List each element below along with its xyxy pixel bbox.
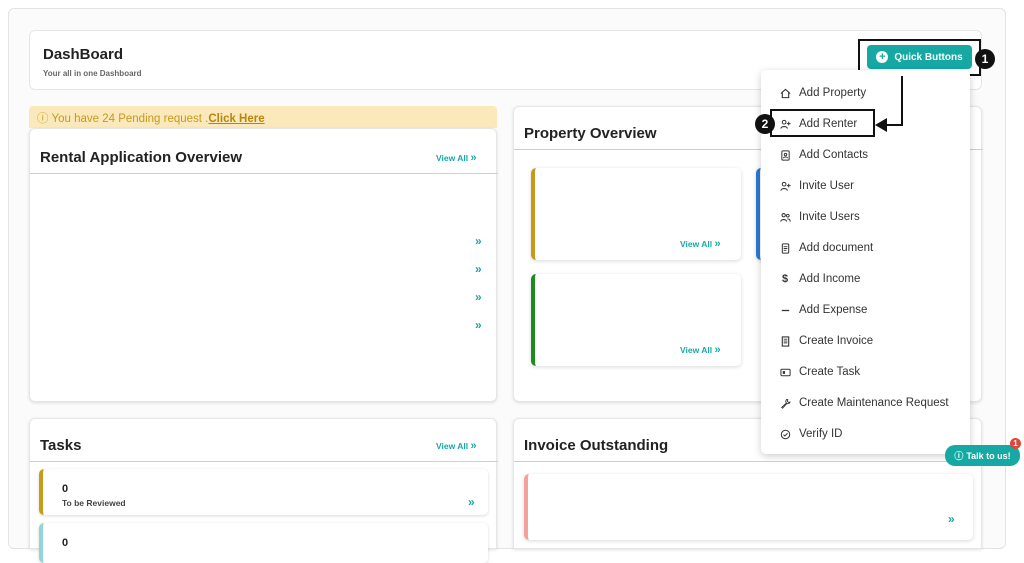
invoice-icon bbox=[779, 335, 791, 347]
menu-item-verify-id[interactable]: Verify ID bbox=[761, 421, 970, 447]
property-overview-title: Property Overview bbox=[524, 125, 657, 142]
property-stat-card: View All » bbox=[531, 274, 741, 366]
add-renter-highlight bbox=[770, 109, 875, 137]
menu-item-label: Create Invoice bbox=[799, 335, 874, 347]
menu-item-label: Create Maintenance Request bbox=[799, 397, 949, 409]
double-chevron-right-icon: » bbox=[470, 152, 477, 164]
tasks-title: Tasks bbox=[40, 437, 82, 454]
task-count: 0 bbox=[62, 483, 69, 495]
user-plus-icon bbox=[779, 180, 791, 192]
menu-item-add-expense[interactable]: Add Expense bbox=[761, 297, 970, 323]
double-chevron-right-icon: » bbox=[714, 238, 721, 250]
property-view-all-link[interactable]: View All » bbox=[680, 238, 721, 250]
menu-item-invite-users[interactable]: Invite Users bbox=[761, 204, 970, 230]
question-circle-icon: ⓘ bbox=[954, 451, 964, 461]
dollar-icon: $ bbox=[781, 273, 789, 285]
page-subtitle: Your all in one Dashboard bbox=[43, 69, 142, 78]
task-item[interactable]: 0 bbox=[39, 523, 488, 563]
annotation-arrow-line bbox=[901, 76, 903, 126]
menu-item-label: Invite User bbox=[799, 180, 854, 192]
double-chevron-right-icon[interactable]: » bbox=[475, 318, 482, 332]
menu-item-add-document[interactable]: Add document bbox=[761, 235, 970, 261]
click-here-link[interactable]: Click Here bbox=[208, 113, 264, 125]
task-icon bbox=[779, 366, 791, 378]
quick-buttons-button[interactable]: + Quick Buttons bbox=[867, 45, 972, 69]
menu-item-label: Add Income bbox=[799, 273, 861, 285]
menu-item-label: Create Task bbox=[799, 366, 861, 378]
double-chevron-right-icon: » bbox=[714, 344, 721, 356]
task-count: 0 bbox=[62, 537, 69, 549]
divider bbox=[30, 173, 498, 174]
invoice-stat-card: » bbox=[524, 474, 973, 540]
check-circle-icon bbox=[779, 428, 791, 440]
rental-view-all-link[interactable]: View All » bbox=[436, 152, 477, 164]
arrow-head-icon bbox=[875, 118, 887, 132]
talk-to-us-button[interactable]: ⓘ Talk to us! bbox=[945, 445, 1020, 466]
menu-item-label: Add document bbox=[799, 242, 874, 254]
users-icon bbox=[779, 211, 791, 223]
pending-request-banner: ⓘ You have 24 Pending request .Click Her… bbox=[29, 106, 497, 128]
menu-item-add-contacts[interactable]: Add Contacts bbox=[761, 142, 970, 168]
plus-circle-icon: + bbox=[876, 51, 889, 63]
view-all-label: View All bbox=[436, 441, 469, 451]
menu-item-create-invoice[interactable]: Create Invoice bbox=[761, 328, 970, 354]
double-chevron-right-icon[interactable]: » bbox=[468, 495, 475, 509]
document-icon bbox=[779, 242, 791, 254]
page-title: DashBoard bbox=[43, 46, 124, 63]
double-chevron-right-icon[interactable]: » bbox=[475, 234, 482, 248]
double-chevron-right-icon[interactable]: » bbox=[475, 290, 482, 304]
minus-icon bbox=[779, 304, 791, 316]
menu-item-label: Invite Users bbox=[799, 211, 860, 223]
invoice-outstanding-title: Invoice Outstanding bbox=[524, 437, 669, 454]
menu-item-label: Add Expense bbox=[799, 304, 868, 316]
divider bbox=[514, 461, 983, 462]
view-all-label: View All bbox=[436, 153, 469, 163]
wrench-icon bbox=[779, 397, 791, 409]
tasks-card: Tasks View All » 0 To be Reviewed » 0 bbox=[29, 418, 498, 563]
property-view-all-link[interactable]: View All » bbox=[680, 344, 721, 356]
rental-application-title: Rental Application Overview bbox=[40, 149, 242, 166]
rental-application-card: Rental Application Overview View All » »… bbox=[29, 128, 498, 402]
tasks-view-all-link[interactable]: View All » bbox=[436, 440, 477, 452]
home-icon bbox=[779, 87, 791, 99]
pending-text: You have 24 Pending request . bbox=[51, 113, 209, 125]
double-chevron-right-icon[interactable]: » bbox=[475, 262, 482, 276]
menu-item-create-task[interactable]: Create Task bbox=[761, 359, 970, 385]
double-chevron-right-icon: » bbox=[470, 440, 477, 452]
menu-item-label: Add Property bbox=[799, 87, 867, 99]
view-all-label: View All bbox=[680, 239, 713, 249]
step-badge-2: 2 bbox=[755, 114, 775, 134]
double-chevron-right-icon[interactable]: » bbox=[948, 512, 955, 526]
view-all-label: View All bbox=[680, 345, 713, 355]
contact-book-icon bbox=[779, 149, 791, 161]
menu-item-label: Add Contacts bbox=[799, 149, 869, 161]
menu-item-invite-user[interactable]: Invite User bbox=[761, 173, 970, 199]
task-item[interactable]: 0 To be Reviewed » bbox=[39, 469, 488, 515]
divider bbox=[30, 461, 498, 462]
info-icon: ⓘ bbox=[37, 113, 49, 125]
quick-buttons-label: Quick Buttons bbox=[894, 51, 963, 63]
task-label: To be Reviewed bbox=[62, 498, 126, 508]
menu-item-add-property[interactable]: Add Property bbox=[761, 80, 970, 106]
property-stat-card: View All » bbox=[531, 168, 741, 260]
menu-item-create-maintenance-request[interactable]: Create Maintenance Request bbox=[761, 390, 970, 416]
talk-to-us-label: Talk to us! bbox=[966, 450, 1011, 461]
menu-item-add-income[interactable]: $ Add Income bbox=[761, 266, 970, 292]
step-badge-1: 1 bbox=[975, 49, 995, 69]
chat-notification-badge: 1 bbox=[1010, 438, 1021, 449]
menu-item-label: Verify ID bbox=[799, 428, 843, 440]
